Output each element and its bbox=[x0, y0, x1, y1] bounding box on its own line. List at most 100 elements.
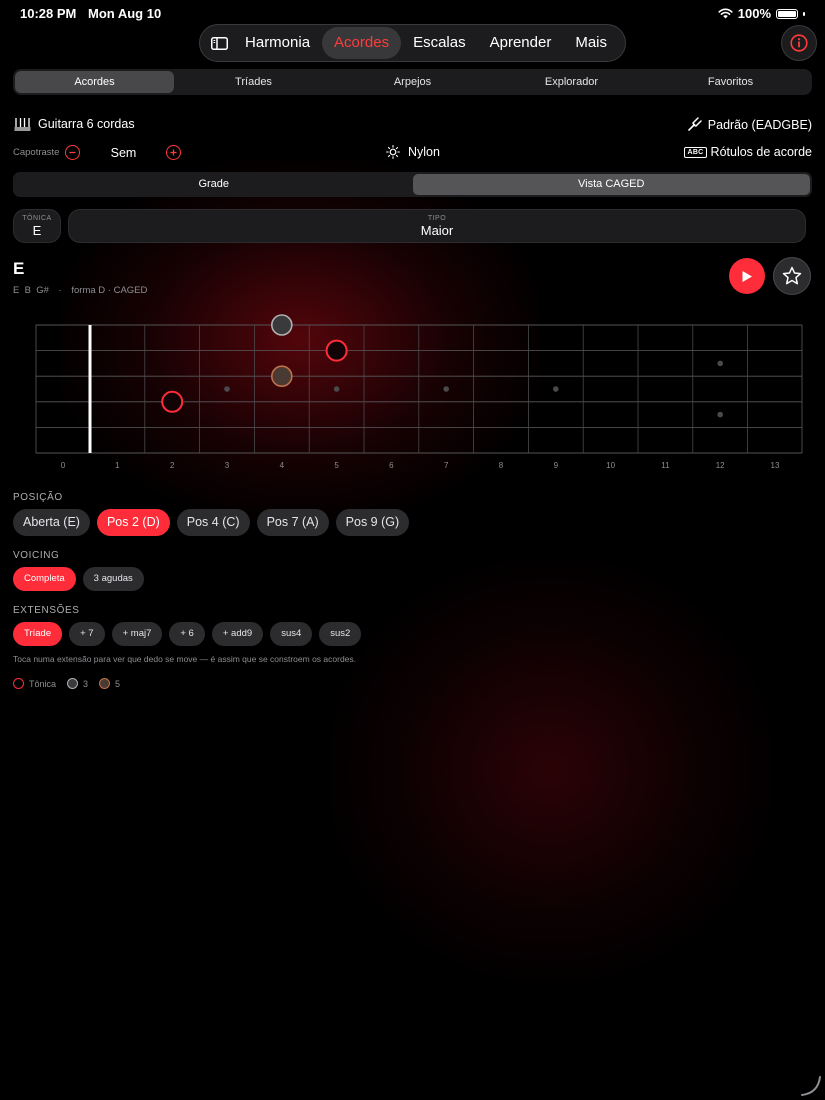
fret-inlay bbox=[224, 386, 230, 392]
extension-chip[interactable]: + 6 bbox=[169, 622, 205, 646]
play-button[interactable] bbox=[729, 258, 765, 294]
position-chip[interactable]: Pos 4 (C) bbox=[176, 509, 250, 536]
fret-number: 1 bbox=[115, 461, 120, 470]
note-marker-root bbox=[161, 390, 184, 413]
fret-number: 11 bbox=[661, 461, 670, 470]
chord-name: E bbox=[13, 259, 25, 278]
nav-tab-escalas[interactable]: Escalas bbox=[401, 27, 478, 59]
info-button[interactable] bbox=[781, 25, 817, 61]
view-caged-tab[interactable]: Vista CAGED bbox=[412, 174, 810, 195]
tonic-label: TÔNICA bbox=[22, 215, 52, 222]
fret-number: 6 bbox=[389, 461, 394, 470]
battery-icon bbox=[776, 8, 798, 19]
nav-tab-mais[interactable]: Mais bbox=[563, 27, 619, 59]
capo-decrease-button[interactable] bbox=[65, 145, 81, 160]
resize-handle-icon[interactable] bbox=[800, 1075, 822, 1097]
tuning-fork-icon bbox=[687, 117, 702, 131]
star-icon bbox=[782, 266, 802, 285]
view-grade-tab[interactable]: Grade bbox=[15, 174, 413, 195]
favorite-button[interactable] bbox=[773, 257, 811, 295]
play-icon bbox=[742, 270, 752, 282]
fret-number: 10 bbox=[606, 461, 615, 470]
position-chip[interactable]: Aberta (E) bbox=[13, 509, 90, 536]
fret-inlay bbox=[333, 386, 340, 392]
position-chip[interactable]: Pos 2 (D) bbox=[96, 509, 170, 536]
battery-cap bbox=[803, 11, 805, 16]
voicing-chip[interactable]: Completa bbox=[13, 567, 76, 591]
guitar-strings-icon bbox=[14, 118, 31, 131]
fret-inlay bbox=[553, 386, 559, 392]
sidebar-toggle-button[interactable] bbox=[206, 28, 233, 58]
string-type-label: Nylon bbox=[408, 145, 440, 159]
voicing-chip[interactable]: 3 agudas bbox=[82, 567, 144, 591]
view-toggle: Grade Vista CAGED bbox=[13, 172, 812, 197]
chord-type-value: Maior bbox=[420, 223, 454, 238]
nav-tab-acordes[interactable]: Acordes bbox=[322, 27, 402, 59]
background-glow-lower bbox=[330, 560, 770, 980]
sub-tab-favoritos[interactable]: Favoritos bbox=[651, 71, 810, 93]
tuning-selector[interactable]: Padrão (EADGBE) bbox=[687, 117, 812, 132]
nav-tab-harmonia[interactable]: Harmonia bbox=[233, 27, 322, 59]
minus-icon bbox=[69, 151, 76, 154]
chord-info-separator: · bbox=[58, 285, 62, 296]
nav-tab-aprender[interactable]: Aprender bbox=[478, 27, 564, 59]
legend-third-label: 3 bbox=[83, 678, 89, 689]
status-date: Mon Aug 10 bbox=[88, 6, 162, 21]
extensions-section-label: EXTENSÕES bbox=[13, 605, 80, 616]
fret-inlay bbox=[717, 411, 723, 418]
sub-tab-bar: Acordes Tríades Arpejos Explorador Favor… bbox=[13, 69, 812, 95]
fret-number: 8 bbox=[499, 461, 504, 470]
extension-chip[interactable]: + add9 bbox=[211, 622, 264, 646]
legend-item-fifth: 5 bbox=[99, 678, 120, 689]
instrument-name: Guitarra 6 cordas bbox=[38, 117, 135, 131]
fretboard[interactable]: 0 1 2 3 4 5 6 7 8 9 10 11 12 13 bbox=[0, 310, 825, 475]
chord-type-selector[interactable]: TIPO Maior bbox=[68, 209, 806, 243]
fret-inlay bbox=[717, 360, 723, 367]
capo-increase-button[interactable] bbox=[166, 145, 182, 160]
chord-type-label: TIPO bbox=[427, 215, 447, 222]
legend-third-marker bbox=[67, 678, 79, 689]
string-type-selector[interactable]: Nylon bbox=[386, 145, 440, 159]
sun-icon bbox=[386, 145, 400, 159]
chord-info: E B G# · forma D · CAGED bbox=[13, 285, 147, 296]
chord-notes: E B G# bbox=[13, 285, 49, 296]
fret-number: 5 bbox=[334, 461, 339, 470]
chord-labels-toggle[interactable]: ABC Rótulos de acorde bbox=[684, 145, 812, 159]
voicing-section-label: VOICING bbox=[13, 550, 60, 561]
capo-control: Capotraste Sem bbox=[13, 145, 182, 160]
fret-number: 0 bbox=[61, 461, 66, 470]
position-chip[interactable]: Pos 9 (G) bbox=[335, 509, 410, 536]
legend-root-marker bbox=[13, 678, 24, 689]
fret-number: 9 bbox=[554, 461, 559, 470]
fret-number: 7 bbox=[444, 461, 449, 470]
legend-item-third: 3 bbox=[67, 678, 88, 689]
fret-number: 2 bbox=[170, 461, 175, 470]
position-chip[interactable]: Pos 7 (A) bbox=[256, 509, 329, 536]
fret-number: 12 bbox=[716, 461, 725, 470]
sub-tab-explorador[interactable]: Explorador bbox=[492, 71, 651, 93]
note-legend: Tônica 3 5 bbox=[13, 678, 131, 689]
abc-icon: ABC bbox=[684, 146, 707, 158]
position-options: Aberta (E) Pos 2 (D) Pos 4 (C) Pos 7 (A)… bbox=[13, 509, 410, 536]
top-nav: Harmonia Acordes Escalas Aprender Mais bbox=[199, 24, 626, 62]
extension-chip[interactable]: sus2 bbox=[319, 622, 362, 646]
extension-chip[interactable]: + 7 bbox=[69, 622, 105, 646]
sub-tab-acordes[interactable]: Acordes bbox=[15, 71, 174, 93]
info-icon bbox=[790, 34, 808, 52]
capo-value: Sem bbox=[110, 145, 137, 160]
note-marker-fifth bbox=[270, 365, 293, 387]
extension-options: Tríade + 7 + maj7 + 6 + add9 sus4 sus2 bbox=[13, 622, 362, 646]
extension-chip[interactable]: Tríade bbox=[13, 622, 63, 646]
fret-number: 3 bbox=[225, 461, 230, 470]
sub-tab-triades[interactable]: Tríades bbox=[174, 71, 333, 93]
extension-chip[interactable]: sus4 bbox=[270, 622, 313, 646]
chord-shape: forma D · CAGED bbox=[71, 285, 148, 296]
extension-chip[interactable]: + maj7 bbox=[111, 622, 163, 646]
tonic-value: E bbox=[32, 223, 42, 238]
instrument-selector[interactable]: Guitarra 6 cordas bbox=[14, 117, 135, 131]
note-marker-root bbox=[325, 339, 348, 362]
sub-tab-arpejos[interactable]: Arpejos bbox=[333, 71, 492, 93]
note-marker-third bbox=[270, 314, 293, 336]
sidebar-icon bbox=[211, 36, 228, 50]
tonic-selector[interactable]: TÔNICA E bbox=[13, 209, 61, 243]
